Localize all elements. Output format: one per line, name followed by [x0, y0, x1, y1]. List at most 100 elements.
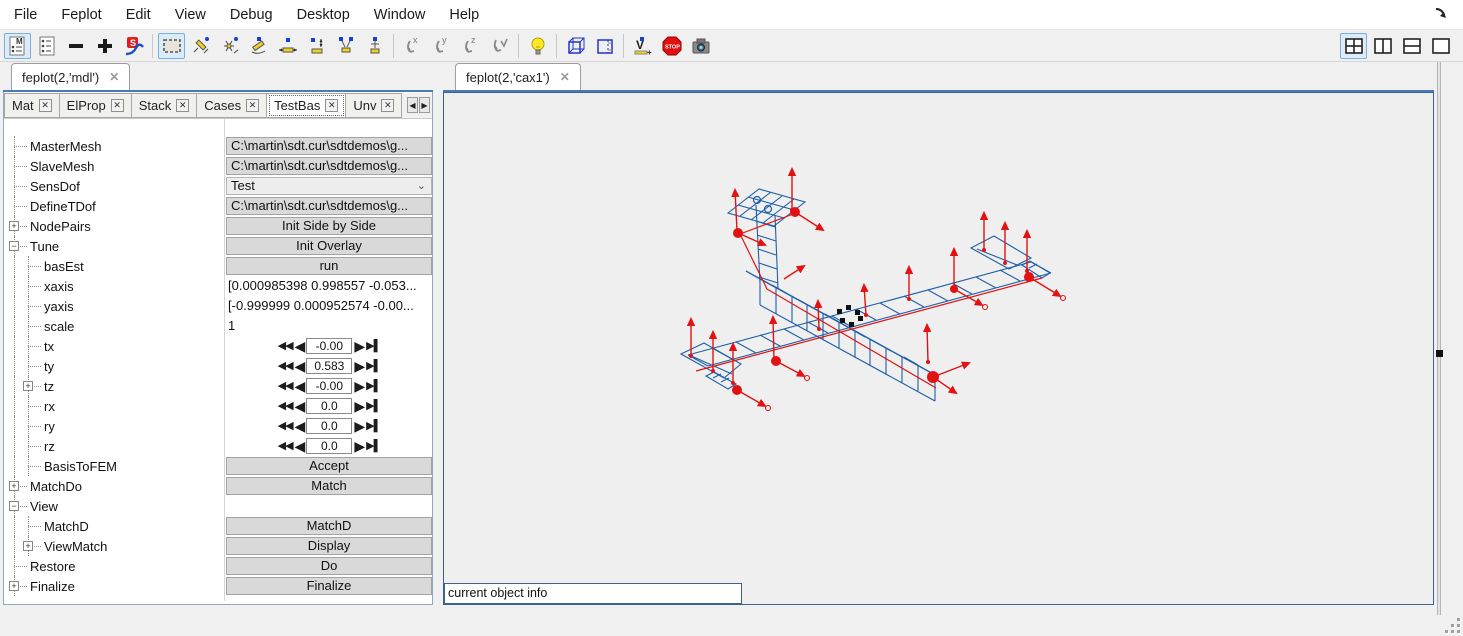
step-forward-icon[interactable]: ▶: [354, 378, 364, 394]
menu-debug[interactable]: Debug: [218, 2, 285, 28]
step-forward-icon[interactable]: ▶: [354, 398, 364, 414]
step-fast-back-icon[interactable]: ◀◀: [278, 418, 293, 434]
SensDof-select[interactable]: Test⌄: [226, 177, 432, 195]
view-cube-button[interactable]: [562, 33, 589, 59]
step-back-icon[interactable]: ◀: [295, 378, 305, 394]
resize-grip-icon[interactable]: [1444, 617, 1460, 633]
iconify-list-button[interactable]: [33, 33, 60, 59]
Finalize-button[interactable]: Finalize: [226, 577, 432, 595]
step-fast-back-icon[interactable]: ◀◀: [278, 338, 293, 354]
menu-help[interactable]: Help: [437, 2, 491, 28]
layout-quad-button[interactable]: [1340, 33, 1367, 59]
step-fast-forward-icon[interactable]: ▶▌: [366, 358, 380, 374]
subtab-unv[interactable]: Unv✕: [346, 93, 402, 118]
step-fast-back-icon[interactable]: ◀◀: [278, 438, 293, 454]
rotate-view-button[interactable]: [486, 33, 513, 59]
scale-value-field[interactable]: 1: [226, 317, 432, 335]
step-back-icon[interactable]: ◀: [295, 398, 305, 414]
sensor-lift-button[interactable]: [303, 33, 330, 59]
step-back-icon[interactable]: ◀: [295, 338, 305, 354]
step-back-icon[interactable]: ◀: [295, 418, 305, 434]
subtab-close-icon[interactable]: ✕: [381, 99, 394, 112]
step-fast-forward-icon[interactable]: ▶▌: [366, 438, 380, 454]
SlaveMesh-path-button[interactable]: C:\martin\sdt.cur\sdtdemos\g...: [226, 157, 432, 175]
step-back-icon[interactable]: ◀: [295, 358, 305, 374]
menu-edit[interactable]: Edit: [114, 2, 163, 28]
BasisToFEM-button[interactable]: Accept: [226, 457, 432, 475]
step-fast-forward-icon[interactable]: ▶▌: [366, 418, 380, 434]
pencil-rotate-button[interactable]: [245, 33, 272, 59]
MatchDo-button[interactable]: Match: [226, 477, 432, 495]
subtab-close-icon[interactable]: ✕: [176, 99, 189, 112]
menu-window[interactable]: Window: [362, 2, 438, 28]
expand-icon[interactable]: +: [23, 381, 33, 391]
subtab-stack[interactable]: Stack✕: [132, 93, 198, 118]
subtab-testbas[interactable]: TestBas✕: [267, 93, 346, 118]
menu-feplot[interactable]: Feplot: [49, 2, 113, 28]
MasterMesh-path-button[interactable]: C:\martin\sdt.cur\sdtdemos\g...: [226, 137, 432, 155]
subtab-close-icon[interactable]: ✕: [111, 99, 124, 112]
menu-file[interactable]: File: [2, 2, 49, 28]
subtab-close-icon[interactable]: ✕: [39, 99, 52, 112]
ry-value-box[interactable]: 0.0: [306, 418, 352, 434]
dock-arrow-icon[interactable]: [1433, 6, 1451, 22]
splitter[interactable]: [1437, 62, 1441, 615]
expand-icon[interactable]: +: [9, 221, 19, 231]
menu-desktop[interactable]: Desktop: [285, 2, 362, 28]
ty-value-box[interactable]: 0.583: [306, 358, 352, 374]
splitter-handle-icon[interactable]: [1436, 350, 1443, 357]
subtab-scroll-left-icon[interactable]: ◀: [407, 97, 418, 113]
zoom-in-button[interactable]: [91, 33, 118, 59]
layout-single-button[interactable]: [1427, 33, 1454, 59]
xaxis-value-field[interactable]: [0.000985398 0.998557 -0.053...: [226, 277, 432, 295]
Tune-button[interactable]: Init Overlay: [226, 237, 432, 255]
layout-rows-button[interactable]: [1398, 33, 1425, 59]
deform-v-button[interactable]: V+: [629, 33, 656, 59]
light-button[interactable]: [524, 33, 551, 59]
menu-view[interactable]: View: [163, 2, 218, 28]
step-forward-icon[interactable]: ▶: [354, 438, 364, 454]
snapshot-button[interactable]: [687, 33, 714, 59]
rz-value-box[interactable]: 0.0: [306, 438, 352, 454]
subtab-close-icon[interactable]: ✕: [246, 99, 259, 112]
tab-feplot-cax1[interactable]: feplot(2,'cax1') ✕: [455, 63, 581, 90]
tab-close-icon[interactable]: ✕: [560, 70, 570, 84]
edit-pencil-button[interactable]: [187, 33, 214, 59]
collapse-icon[interactable]: −: [9, 501, 19, 511]
step-forward-icon[interactable]: ▶: [354, 338, 364, 354]
subtab-close-icon[interactable]: ✕: [325, 99, 338, 112]
step-fast-forward-icon[interactable]: ▶▌: [366, 338, 380, 354]
subtab-elprop[interactable]: ElProp✕: [60, 93, 132, 118]
step-fast-forward-icon[interactable]: ▶▌: [366, 378, 380, 394]
step-fast-back-icon[interactable]: ◀◀: [278, 358, 293, 374]
ViewMatch-button[interactable]: Display: [226, 537, 432, 555]
rotate-z-button[interactable]: z: [457, 33, 484, 59]
sensor-fork-button[interactable]: [332, 33, 359, 59]
model-properties-button[interactable]: M: [4, 33, 31, 59]
subtab-scroll-right-icon[interactable]: ▶: [419, 97, 430, 113]
basEst-button[interactable]: run: [226, 257, 432, 275]
rotate-y-button[interactable]: y: [428, 33, 455, 59]
subtab-cases[interactable]: Cases✕: [197, 93, 267, 118]
select-region-button[interactable]: [158, 33, 185, 59]
NodePairs-button[interactable]: Init Side by Side: [226, 217, 432, 235]
step-fast-back-icon[interactable]: ◀◀: [278, 398, 293, 414]
yaxis-value-field[interactable]: [-0.999999 0.000952574 -0.00...: [226, 297, 432, 315]
wireframe-plot[interactable]: [444, 93, 1432, 603]
tab-close-icon[interactable]: ✕: [109, 70, 119, 84]
tx-value-box[interactable]: -0.00: [306, 338, 352, 354]
expand-icon[interactable]: +: [9, 581, 19, 591]
expand-icon[interactable]: +: [9, 481, 19, 491]
step-forward-icon[interactable]: ▶: [354, 418, 364, 434]
clip-box-button[interactable]: [591, 33, 618, 59]
sensor-tee-button[interactable]: [361, 33, 388, 59]
post-curve-button[interactable]: S: [120, 33, 147, 59]
DefineTDof-path-button[interactable]: C:\martin\sdt.cur\sdtdemos\g...: [226, 197, 432, 215]
rotate-x-button[interactable]: x: [399, 33, 426, 59]
tz-value-box[interactable]: -0.00: [306, 378, 352, 394]
layout-columns-button[interactable]: [1369, 33, 1396, 59]
step-back-icon[interactable]: ◀: [295, 438, 305, 454]
tab-feplot-mdl[interactable]: feplot(2,'mdl') ✕: [11, 63, 130, 90]
step-forward-icon[interactable]: ▶: [354, 358, 364, 374]
expand-icon[interactable]: +: [23, 541, 33, 551]
